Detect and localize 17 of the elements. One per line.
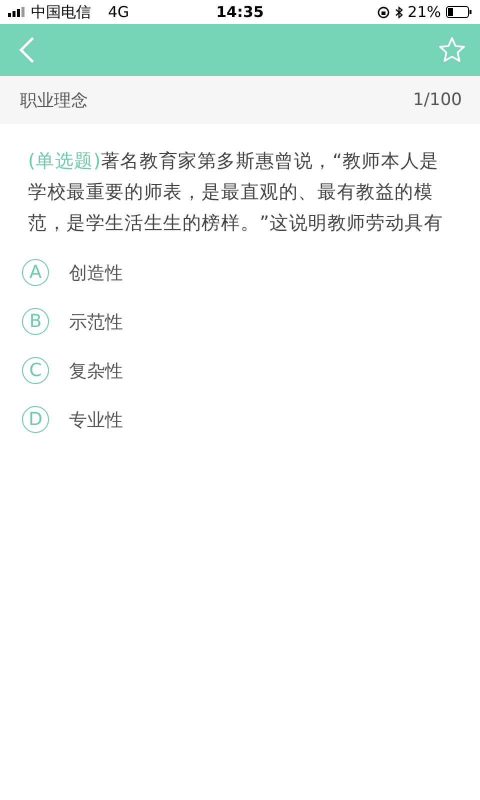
question-text: (单选题)著名教育家第多斯惠曾说，“教师本人是学校最重要的师表，是最直观的、最有教益的模范，是学生活生生的榜样。”这说明教师劳动具有 (28, 150, 444, 236)
star-icon[interactable] (438, 36, 466, 64)
back-icon[interactable] (18, 36, 36, 64)
status-time: 14:35 (216, 3, 264, 21)
option-text[interactable]: 复杂性 (69, 358, 123, 382)
option-text[interactable]: 示范性 (69, 310, 123, 334)
network-type: 4G (108, 3, 130, 21)
question-counter: 1/100 (413, 90, 462, 110)
carrier-name: 中国电信 (31, 2, 91, 22)
option-text[interactable]: 创造性 (69, 260, 123, 284)
category-title: 职业理念 (20, 90, 88, 112)
battery-icon (446, 6, 472, 18)
battery-percent: 21% (408, 3, 441, 21)
bluetooth-icon (394, 6, 403, 18)
signal-icon (8, 7, 26, 17)
rotation-lock-icon (376, 6, 390, 18)
option-text[interactable]: 专业性 (69, 408, 123, 432)
